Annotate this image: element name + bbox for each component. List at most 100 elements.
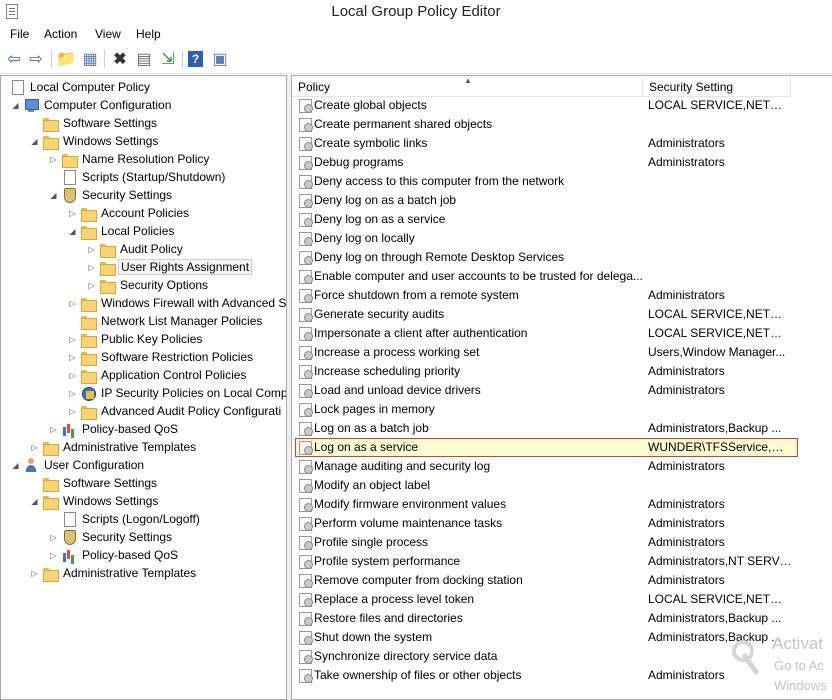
menu-action[interactable]: Action: [44, 27, 77, 41]
tree-item[interactable]: ◢ User Configuration: [11, 456, 146, 474]
export-list-icon[interactable]: ⇲: [158, 49, 178, 69]
tree-item[interactable]: ▷ Application Control Policies: [68, 366, 248, 384]
forward-icon[interactable]: ⇨: [26, 49, 46, 69]
show-hide-tree-icon[interactable]: ▦: [80, 49, 100, 69]
policy-row[interactable]: Modify an object label: [292, 476, 832, 495]
policy-row[interactable]: Generate security audits LOCAL SERVICE,NE…: [292, 305, 832, 324]
tree-item[interactable]: ◢ Local Policies: [68, 222, 176, 240]
expand-arrow-icon[interactable]: ▷: [49, 551, 58, 560]
tree-item[interactable]: ▷ Administrative Templates: [30, 564, 198, 582]
expand-arrow-icon[interactable]: ▷: [68, 389, 77, 398]
properties-icon[interactable]: ▤: [134, 49, 154, 69]
tree-item[interactable]: ◢ Computer Configuration: [11, 96, 173, 114]
policy-row[interactable]: Manage auditing and security log Administ…: [292, 457, 832, 476]
help-icon[interactable]: ?: [188, 51, 203, 67]
tree-item[interactable]: ▷ Advanced Audit Policy Configurati: [68, 402, 283, 420]
expand-arrow-icon[interactable]: ▷: [68, 407, 77, 416]
policy-row[interactable]: Deny log on locally: [292, 229, 832, 248]
menu-file[interactable]: File: [10, 27, 29, 41]
policy-row[interactable]: Create permanent shared objects: [292, 115, 832, 134]
show-hide-action-pane-icon[interactable]: ▣: [210, 49, 230, 69]
tree-item[interactable]: ▷ Policy-based QoS: [49, 546, 180, 564]
policy-row[interactable]: Deny log on as a batch job: [292, 191, 832, 210]
tree-item[interactable]: Software Settings: [30, 114, 159, 132]
tree-item[interactable]: ▷ Security Options: [87, 276, 210, 294]
collapse-arrow-icon[interactable]: ◢: [49, 191, 58, 200]
policy-row[interactable]: Profile system performance Administrators…: [292, 552, 832, 571]
tree-item[interactable]: Scripts (Startup/Shutdown): [49, 168, 227, 186]
policy-row[interactable]: Perform volume maintenance tasks Administ…: [292, 514, 832, 533]
policy-row[interactable]: Replace a process level token LOCAL SERVI…: [292, 590, 832, 609]
tree-item[interactable]: ▷ Policy-based QoS: [49, 420, 180, 438]
delete-icon[interactable]: ✖: [110, 49, 130, 69]
tree-item[interactable]: ◢ Windows Settings: [30, 492, 160, 510]
policy-row[interactable]: Enable computer and user accounts to be …: [292, 267, 832, 286]
expand-arrow-icon[interactable]: ▷: [49, 533, 58, 542]
folder-icon: [80, 332, 97, 348]
console-tree[interactable]: Local Computer Policy ◢ Computer Configura…: [0, 75, 287, 700]
policy-row[interactable]: Create symbolic links Administrators: [292, 134, 832, 153]
policy-row[interactable]: Force shutdown from a remote system Admin…: [292, 286, 832, 305]
collapse-arrow-icon[interactable]: ◢: [68, 227, 77, 236]
folder-icon: [42, 440, 59, 456]
tree-item[interactable]: ▷ IP Security Policies on Local Comp: [68, 384, 286, 402]
policy-row[interactable]: Restore files and directories Administrat…: [292, 609, 832, 628]
expand-arrow-icon[interactable]: ▷: [30, 569, 39, 578]
tree-item-label: Policy-based QoS: [82, 548, 179, 562]
expand-arrow-icon[interactable]: ▷: [49, 155, 58, 164]
tree-item[interactable]: ▷ Account Policies: [68, 204, 191, 222]
tree-item[interactable]: ▷ Administrative Templates: [30, 438, 198, 456]
expand-arrow-icon[interactable]: ▷: [87, 263, 96, 272]
policy-row[interactable]: Create global objects LOCAL SERVICE,NETWO…: [292, 96, 832, 115]
expand-arrow-icon[interactable]: ▷: [68, 353, 77, 362]
policy-row[interactable]: Increase scheduling priority Administrato…: [292, 362, 832, 381]
tree-item[interactable]: ▷ Audit Policy: [87, 240, 185, 258]
collapse-arrow-icon[interactable]: ◢: [30, 497, 39, 506]
toolbar-separator: [182, 50, 183, 68]
tree-item[interactable]: ▷ Windows Firewall with Advanced S: [68, 294, 286, 312]
tree-item[interactable]: ▷ Name Resolution Policy: [49, 150, 211, 168]
ipsec-icon: [80, 385, 96, 401]
column-header-security-setting[interactable]: Security Setting: [643, 76, 791, 97]
policy-row[interactable]: Modify firmware environment values Admini…: [292, 495, 832, 514]
tree-item[interactable]: Software Settings: [30, 474, 159, 492]
policy-row[interactable]: Lock pages in memory: [292, 400, 832, 419]
policy-row[interactable]: Deny log on as a service: [292, 210, 832, 229]
expand-arrow-icon[interactable]: ▷: [68, 371, 77, 380]
policy-row[interactable]: Deny access to this computer from the ne…: [292, 172, 832, 191]
tree-item[interactable]: ◢ Security Settings: [49, 186, 174, 204]
policy-row[interactable]: Increase a process working set Users,Wind…: [292, 343, 832, 362]
expand-arrow-icon[interactable]: ▷: [68, 299, 77, 308]
activation-watermark: Activat Go to Ac Windows: [728, 634, 832, 700]
policy-row[interactable]: Remove computer from docking station Admi…: [292, 571, 832, 590]
expand-arrow-icon[interactable]: ▷: [68, 209, 77, 218]
tree-item[interactable]: ▷ Public Key Policies: [68, 330, 204, 348]
tree-item[interactable]: ▷ User Rights Assignment: [87, 258, 253, 276]
menu-view[interactable]: View: [95, 27, 121, 41]
policy-row[interactable]: Profile single process Administrators: [292, 533, 832, 552]
tree-item[interactable]: Local Computer Policy: [9, 78, 152, 96]
tree-item[interactable]: Network List Manager Policies: [68, 312, 264, 330]
tree-item[interactable]: ▷ Security Settings: [49, 528, 174, 546]
expand-arrow-icon[interactable]: ▷: [87, 245, 96, 254]
policy-row[interactable]: Log on as a batch job Administrators,Back…: [292, 419, 832, 438]
back-icon[interactable]: ⇦: [4, 49, 24, 69]
menu-help[interactable]: Help: [136, 27, 161, 41]
expand-arrow-icon[interactable]: ▷: [68, 335, 77, 344]
up-folder-icon[interactable]: 📁: [56, 49, 76, 69]
tree-item[interactable]: ◢ Windows Settings: [30, 132, 160, 150]
policy-row[interactable]: Impersonate a client after authenticatio…: [292, 324, 832, 343]
policy-row[interactable]: Debug programs Administrators: [292, 153, 832, 172]
policy-row[interactable]: Log on as a service WUNDER\TFSService,NT.…: [295, 438, 798, 457]
collapse-arrow-icon[interactable]: ◢: [11, 101, 20, 110]
expand-arrow-icon[interactable]: ▷: [87, 281, 96, 290]
expand-arrow-icon[interactable]: ▷: [30, 443, 39, 452]
expand-arrow-icon[interactable]: ▷: [49, 425, 58, 434]
policy-row[interactable]: Deny log on through Remote Desktop Servi…: [292, 248, 832, 267]
tree-item[interactable]: ▷ Software Restriction Policies: [68, 348, 255, 366]
collapse-arrow-icon[interactable]: ◢: [30, 137, 39, 146]
policy-row[interactable]: Load and unload device drivers Administra…: [292, 381, 832, 400]
column-header-policy[interactable]: Policy ▲: [292, 76, 643, 97]
collapse-arrow-icon[interactable]: ◢: [11, 461, 20, 470]
tree-item[interactable]: Scripts (Logon/Logoff): [49, 510, 202, 528]
